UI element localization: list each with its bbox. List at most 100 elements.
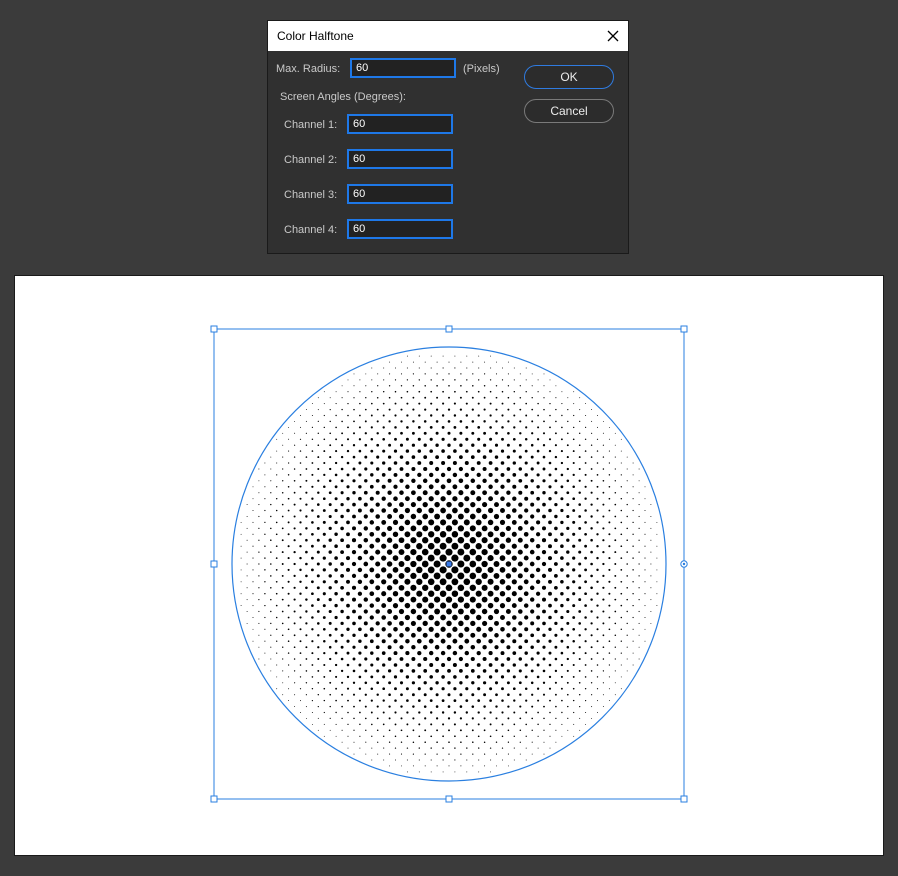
halftone-dot — [572, 568, 576, 572]
dialog-titlebar[interactable]: Color Halftone — [268, 21, 628, 51]
halftone-dot — [561, 426, 563, 429]
halftone-dot — [650, 527, 652, 529]
halftone-dot — [554, 526, 558, 531]
channel-1-input[interactable] — [347, 114, 453, 134]
halftone-dot — [340, 526, 344, 531]
halftone-dot — [264, 593, 266, 595]
halftone-dot — [566, 467, 569, 471]
halftone-dot — [317, 456, 320, 459]
halftone-dot — [392, 555, 399, 561]
close-button[interactable] — [600, 23, 626, 49]
halftone-dot — [399, 669, 404, 673]
handle-icon[interactable] — [445, 795, 453, 803]
halftone-dot — [335, 675, 338, 678]
halftone-dot — [572, 663, 575, 667]
halftone-dot — [471, 693, 475, 697]
halftone-dot — [264, 498, 266, 500]
halftone-dot — [507, 361, 509, 363]
halftone-dot — [398, 537, 405, 544]
halftone-dot — [495, 408, 498, 411]
halftone-dot — [494, 467, 499, 471]
halftone-dot — [328, 503, 332, 507]
halftone-dot — [416, 578, 423, 585]
handle-icon[interactable] — [210, 560, 218, 568]
halftone-dot — [469, 537, 476, 544]
halftone-dot — [329, 705, 331, 708]
halftone-dot — [387, 669, 392, 673]
halftone-dot — [352, 514, 356, 519]
halftone-dot — [447, 420, 451, 423]
halftone-dot — [240, 605, 242, 607]
channel-3-input[interactable] — [347, 184, 453, 204]
halftone-dot — [459, 431, 463, 435]
halftone-dot — [376, 657, 380, 661]
halftone-dot — [424, 717, 427, 720]
halftone-dot — [513, 735, 516, 738]
halftone-dot — [548, 615, 552, 620]
halftone-dot — [365, 729, 367, 731]
halftone-dot — [358, 496, 362, 501]
halftone-dot — [258, 527, 260, 529]
halftone-dot — [489, 402, 492, 405]
halftone-dot — [340, 479, 344, 483]
halftone-dot — [614, 634, 617, 637]
halftone-dot — [447, 717, 451, 720]
handle-icon[interactable] — [680, 795, 688, 803]
halftone-dot — [323, 438, 326, 441]
halftone-dot — [591, 432, 593, 434]
halftone-dot — [518, 609, 523, 614]
halftone-dot — [293, 610, 296, 613]
halftone-dot — [626, 480, 628, 482]
halftone-dot — [371, 759, 373, 761]
halftone-dot — [346, 497, 350, 501]
halftone-dot — [394, 747, 397, 749]
halftone-dot — [519, 396, 522, 399]
halftone-dot — [370, 711, 373, 714]
halftone-dot — [602, 646, 605, 649]
handle-icon[interactable] — [680, 325, 688, 333]
halftone-dot — [370, 651, 374, 655]
document-canvas[interactable] — [14, 275, 884, 856]
halftone-dot — [430, 414, 433, 417]
halftone-dot — [340, 491, 344, 495]
halftone-dot — [602, 598, 605, 601]
halftone-dot — [305, 479, 308, 482]
halftone-dot — [483, 396, 486, 399]
ok-button[interactable]: OK — [524, 65, 614, 89]
halftone-dot — [382, 449, 386, 453]
halftone-dot — [459, 717, 463, 720]
halftone-dot — [363, 514, 368, 519]
halftone-dot — [567, 409, 569, 411]
halftone-dot — [572, 438, 575, 441]
halftone-dot — [334, 508, 338, 513]
halftone-dot — [608, 580, 611, 583]
channel-4-input[interactable] — [347, 219, 453, 239]
handle-icon[interactable] — [445, 325, 453, 333]
handle-icon[interactable] — [210, 795, 218, 803]
halftone-dot — [387, 633, 392, 638]
halftone-dot — [357, 579, 363, 584]
halftone-dot — [542, 633, 546, 637]
halftone-dot — [638, 515, 640, 518]
halftone-dot — [264, 581, 266, 583]
halftone-dot — [494, 645, 499, 650]
cancel-button[interactable]: Cancel — [524, 99, 614, 123]
halftone-dot — [334, 497, 338, 501]
halftone-dot — [638, 658, 640, 660]
halftone-dot — [430, 402, 433, 405]
channel-2-input[interactable] — [347, 149, 453, 169]
halftone-dot — [596, 556, 599, 560]
halftone-dot — [252, 510, 254, 511]
halftone-dot — [363, 490, 368, 495]
halftone-dot — [463, 542, 471, 550]
halftone-dot — [656, 521, 658, 523]
handle-icon[interactable] — [210, 325, 218, 333]
max-radius-input[interactable] — [350, 58, 456, 78]
halftone-dot — [458, 478, 464, 484]
halftone-dot — [536, 508, 541, 513]
halftone-dot — [650, 551, 652, 553]
halftone-dot — [404, 519, 411, 526]
halftone-dot — [423, 656, 428, 662]
halftone-dot — [364, 432, 367, 435]
halftone-dot — [519, 420, 522, 423]
